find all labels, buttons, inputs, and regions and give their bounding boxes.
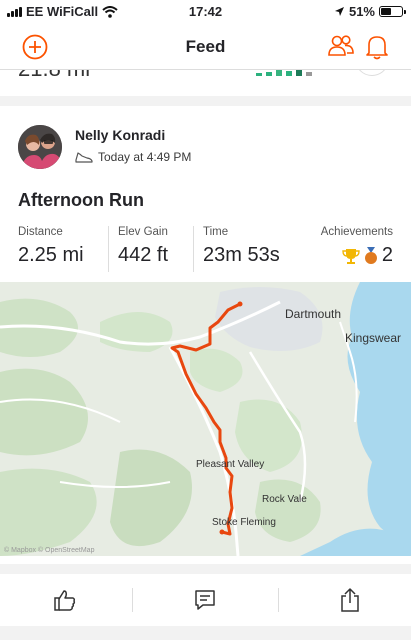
- battery-icon: [379, 6, 406, 17]
- stat-value: 2.25 mi: [18, 244, 84, 266]
- previous-distance: 21.8 mi: [18, 70, 90, 82]
- stat-value: 442 ft: [118, 244, 169, 266]
- activity-stats: Distance 2.25 mi Elev Gain 442 ft Time 2…: [18, 226, 393, 272]
- stat-elev-gain: Elev Gain 442 ft: [108, 226, 168, 272]
- previous-chart-bars: [256, 70, 312, 76]
- avatar[interactable]: [18, 125, 62, 169]
- shoe-icon: [75, 152, 93, 163]
- stat-value: 23m 53s: [203, 244, 280, 266]
- activity-meta: Today at 4:49 PM: [75, 150, 191, 164]
- achievement-count: 2: [381, 244, 393, 266]
- map-label-stoke-fleming: Stoke Fleming: [212, 517, 276, 528]
- feed-spacer: [0, 626, 411, 640]
- activity-title[interactable]: Afternoon Run: [18, 190, 144, 211]
- people-icon[interactable]: [327, 34, 355, 58]
- stat-label: Time: [203, 226, 229, 238]
- map-label-dartmouth: Dartmouth: [285, 307, 341, 321]
- map-attribution[interactable]: © Mapbox © OpenStreetMap: [4, 546, 95, 554]
- status-bar: EE WiFiCall 17:42 51%: [0, 0, 411, 24]
- battery-percent: 51%: [348, 4, 375, 19]
- map-label-kingswear: Kingswear: [345, 331, 401, 345]
- comment-button[interactable]: [140, 574, 270, 626]
- thumbs-up-icon: [54, 590, 76, 611]
- route-map[interactable]: Dartmouth Kingswear Pleasant Valley Rock…: [0, 282, 411, 556]
- trophy-icon: [342, 248, 360, 264]
- action-divider: [132, 588, 133, 612]
- share-button[interactable]: [285, 574, 411, 626]
- previous-avatar: [355, 70, 389, 76]
- athlete-name[interactable]: Nelly Konradi: [75, 127, 165, 143]
- location-arrow-icon: [334, 7, 344, 16]
- bell-icon[interactable]: [365, 33, 389, 61]
- stat-label: Elev Gain: [118, 226, 168, 238]
- stat-label: Distance: [18, 226, 63, 238]
- activity-card[interactable]: Nelly Konradi Today at 4:49 PM Afternoon…: [0, 106, 411, 564]
- kudos-button[interactable]: [0, 574, 130, 626]
- share-icon: [341, 588, 359, 612]
- activity-timestamp: Today at 4:49 PM: [98, 150, 192, 164]
- action-divider: [278, 588, 279, 612]
- stat-distance: Distance 2.25 mi: [18, 226, 84, 272]
- map-label-rock-vale: Rock Vale: [262, 494, 307, 505]
- stat-label: Achievements: [320, 226, 393, 238]
- map-label-pleasant-valley: Pleasant Valley: [196, 459, 264, 470]
- medal-icon: [364, 246, 377, 264]
- stat-achievements[interactable]: Achievements 2: [321, 226, 393, 272]
- previous-activity-card[interactable]: 21.8 mi: [0, 70, 411, 96]
- comment-icon: [195, 590, 215, 610]
- stat-time: Time 23m 53s: [193, 226, 280, 272]
- activity-actions: [0, 574, 411, 626]
- top-navigation: Feed: [0, 24, 411, 70]
